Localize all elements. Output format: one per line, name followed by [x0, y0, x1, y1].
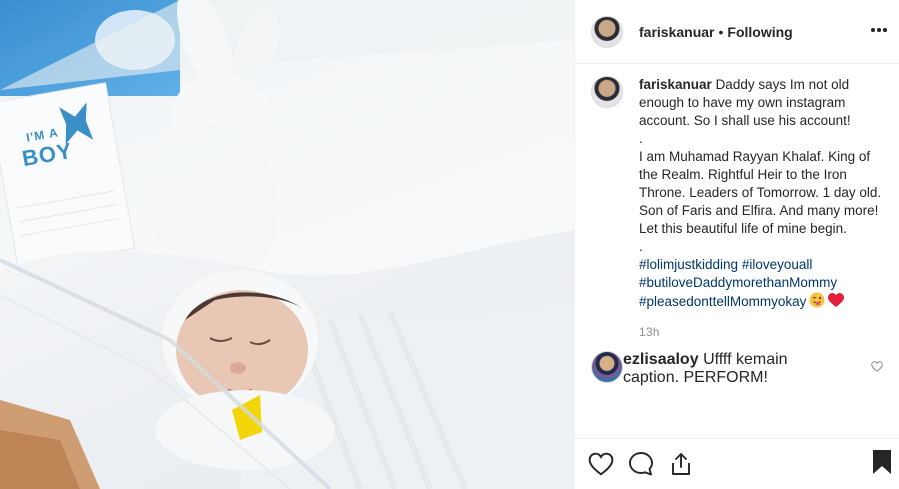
caption-text-2: I am Muhamad Rayyan Khalaf. King of the … — [639, 149, 882, 236]
header-separator: • — [718, 23, 724, 40]
hashtag-link[interactable]: #butiloveDaddymorethanMommy — [639, 274, 883, 292]
more-options-icon[interactable] — [867, 18, 891, 42]
bookmark-save-icon[interactable] — [871, 449, 893, 480]
post-side-panel: fariskanuar • Following fariskanuar Dadd… — [574, 0, 899, 489]
post-header: fariskanuar • Following — [575, 0, 899, 64]
hashtag-link[interactable]: #pleasedonttellMommyokay — [639, 294, 806, 309]
hashtag-list: #lolimjustkidding #iloveyouall #butilove… — [639, 256, 883, 313]
newborn-photo-illustration — [0, 0, 574, 489]
caption-dot-2: . — [639, 239, 643, 254]
caption-username[interactable]: fariskanuar — [639, 77, 712, 92]
comment-row: ezlisaaloy Uffff kemain caption. PERFORM… — [591, 351, 883, 387]
avatar[interactable] — [591, 15, 623, 48]
post-photo[interactable]: I'M A BOY — [0, 0, 574, 489]
commenter-username[interactable]: ezlisaaloy — [623, 351, 699, 368]
commenter-avatar[interactable] — [591, 351, 623, 383]
like-heart-icon[interactable] — [585, 448, 617, 480]
like-comment-heart-icon[interactable] — [871, 359, 883, 377]
caption-dot-1: . — [639, 131, 643, 146]
hashtag-link[interactable]: #iloveyouall — [742, 257, 813, 272]
red-heart-icon — [828, 292, 845, 313]
winking-face-tongue-icon — [809, 292, 825, 313]
comment-bubble-icon[interactable] — [625, 448, 657, 480]
hashtag-link[interactable]: #lolimjustkidding — [639, 257, 738, 272]
header-username[interactable]: fariskanuar — [639, 24, 714, 40]
following-button[interactable]: Following — [727, 24, 792, 40]
name-tag-card — [0, 82, 136, 270]
post-timestamp[interactable]: 13h — [639, 323, 883, 341]
caption-first-line: fariskanuar Daddy says Im not old enough… — [639, 77, 851, 128]
share-icon[interactable] — [665, 448, 697, 480]
caption: fariskanuar Daddy says Im not old enough… — [591, 76, 883, 341]
action-bar — [575, 438, 899, 489]
caption-avatar[interactable] — [591, 76, 623, 108]
comments-section: fariskanuar Daddy says Im not old enough… — [575, 76, 899, 387]
